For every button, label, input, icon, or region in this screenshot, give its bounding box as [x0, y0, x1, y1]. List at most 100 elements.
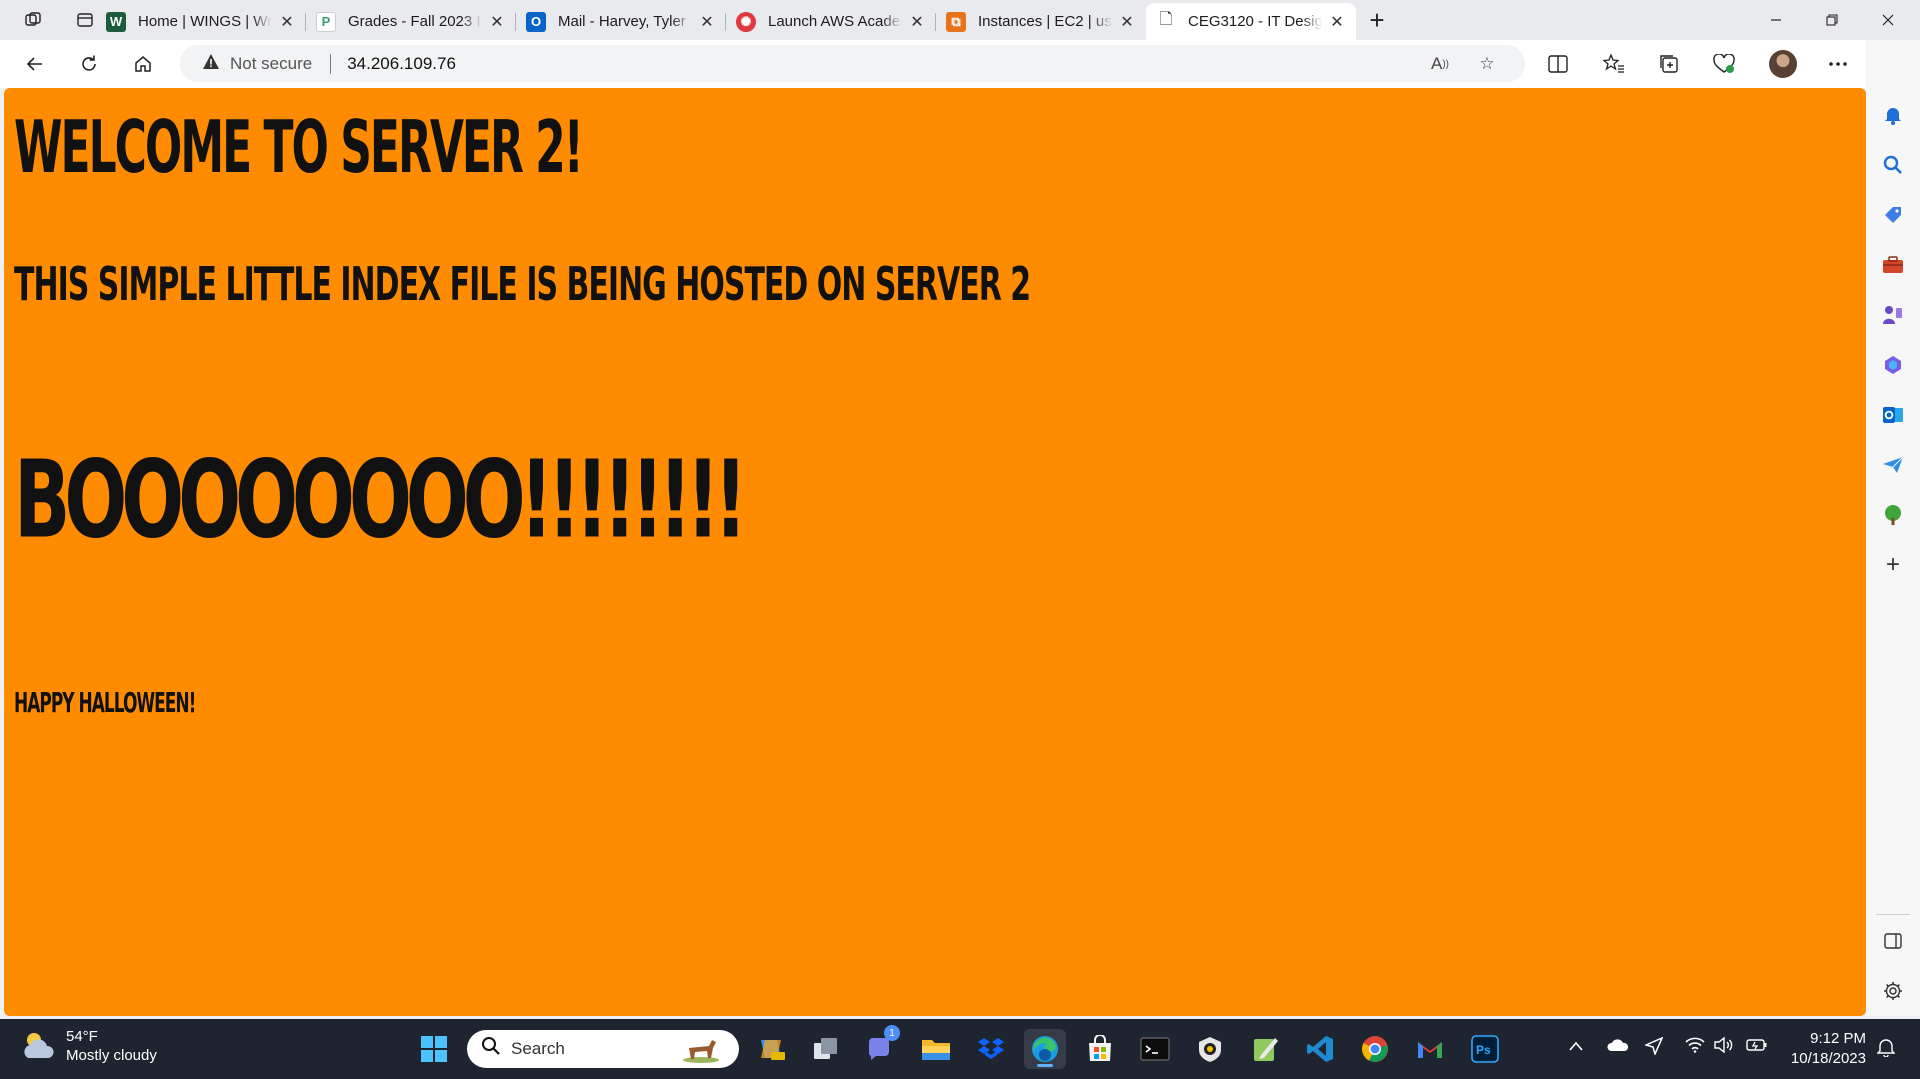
tab-title: Grades - Fall 2023 Introduc	[348, 13, 482, 30]
page-viewport: Welcome to Server 2! This simple little …	[4, 88, 1866, 1016]
address-bar[interactable]: Not secure 34.206.109.76 A)) ☆	[180, 45, 1525, 82]
back-icon[interactable]	[18, 48, 52, 80]
task-view-icon[interactable]	[805, 1029, 847, 1069]
pilot-favicon-icon: P	[316, 11, 336, 32]
notifications-bell-icon[interactable]	[1876, 1037, 1896, 1062]
tab-wings[interactable]: W Home | WINGS | Wright St ✕	[96, 3, 306, 40]
search-icon	[481, 1036, 501, 1062]
clock[interactable]: 9:12 PM 10/18/2023	[1782, 1029, 1866, 1069]
copilot-preview-icon[interactable]	[750, 1029, 792, 1069]
hosted-heading: This simple little index file is being h…	[14, 258, 1031, 313]
search-icon[interactable]	[1879, 151, 1907, 179]
wings-favicon-icon: W	[106, 11, 126, 32]
canvas-favicon-icon: ✺	[736, 11, 756, 32]
search-placeholder: Search	[511, 1039, 565, 1058]
read-aloud-icon[interactable]: A))	[1425, 49, 1455, 79]
close-icon[interactable]: ✕	[1328, 13, 1346, 31]
taskbar-search[interactable]: Search	[467, 1030, 739, 1068]
window-close-icon[interactable]	[1860, 0, 1916, 40]
close-icon[interactable]: ✕	[908, 13, 926, 31]
tab-ec2-instances[interactable]: ⧉ Instances | EC2 | us-east-1 ✕	[936, 3, 1146, 40]
close-icon[interactable]: ✕	[278, 13, 296, 31]
weather-widget[interactable]: 54°F Mostly cloudy	[20, 1027, 157, 1065]
edge-sidebar: +	[1866, 40, 1920, 1016]
favorites-icon[interactable]	[1597, 48, 1631, 80]
volume-icon[interactable]	[1714, 1036, 1734, 1058]
edge-taskbar-icon[interactable]	[1024, 1029, 1066, 1069]
bell-icon[interactable]	[1879, 101, 1907, 129]
photoshop-icon[interactable]: Ps	[1464, 1029, 1506, 1069]
avatar[interactable]	[1766, 48, 1800, 80]
clock-date: 10/18/2023	[1790, 1050, 1866, 1067]
tab-title: Instances | EC2 | us-east-1	[978, 13, 1112, 30]
close-icon[interactable]: ✕	[698, 13, 716, 31]
warning-icon[interactable]	[202, 53, 220, 75]
minimize-icon[interactable]	[1748, 0, 1804, 40]
start-button[interactable]	[413, 1029, 455, 1069]
microsoft365-icon[interactable]	[1879, 351, 1907, 379]
tree-icon[interactable]	[1879, 501, 1907, 529]
tab-ceg3120[interactable]: 🗋 CEG3120 - IT Design ✕	[1146, 3, 1356, 40]
clock-time: 9:12 PM	[1810, 1030, 1866, 1047]
refresh-icon[interactable]	[72, 48, 106, 80]
tab-mail[interactable]: O Mail - Harvey, Tyler - Outlo ✕	[516, 3, 726, 40]
browser-essentials-icon[interactable]	[1707, 48, 1741, 80]
page-icon: 🗋	[1159, 11, 1173, 28]
workspaces-icon[interactable]	[16, 6, 50, 34]
outlook-icon[interactable]	[1879, 401, 1907, 429]
vscode-icon[interactable]	[1299, 1029, 1341, 1069]
close-icon[interactable]: ✕	[488, 13, 506, 31]
send-icon[interactable]	[1879, 451, 1907, 479]
add-icon[interactable]: +	[1879, 551, 1907, 579]
vpn-client-icon[interactable]	[1189, 1029, 1231, 1069]
chrome-icon[interactable]	[1354, 1029, 1396, 1069]
microsoft-store-icon[interactable]	[1079, 1029, 1121, 1069]
battery-icon[interactable]	[1746, 1037, 1768, 1057]
tab-strip: W Home | WINGS | Wright St ✕ P Grades - …	[0, 0, 1920, 40]
favorite-star-icon[interactable]: ☆	[1472, 49, 1502, 79]
weather-desc: Mostly cloudy	[66, 1047, 157, 1064]
teams-chat-icon[interactable]: 1	[860, 1025, 902, 1069]
tab-title: Launch AWS Academy Lea	[768, 13, 902, 30]
halloween-heading: Happy Halloween!	[14, 688, 196, 720]
svg-text:Ps: Ps	[1476, 1043, 1491, 1057]
restore-icon[interactable]	[1804, 0, 1860, 40]
wifi-icon[interactable]	[1685, 1037, 1705, 1058]
close-icon[interactable]: ✕	[1118, 13, 1136, 31]
collections-icon[interactable]	[1652, 48, 1686, 80]
cloud-moon-icon	[20, 1030, 56, 1062]
browser-toolbar: Not secure 34.206.109.76 A)) ☆	[0, 40, 1920, 88]
tab-grades[interactable]: P Grades - Fall 2023 Introduc ✕	[306, 3, 516, 40]
boo-heading: Boooooooo!!!!!!!!	[14, 438, 748, 563]
home-icon[interactable]	[126, 48, 160, 80]
tab-title: CEG3120 - IT Design	[1188, 13, 1322, 30]
sidebar-divider	[1876, 914, 1910, 915]
shopping-tag-icon[interactable]	[1879, 201, 1907, 229]
tab-aws-academy[interactable]: ✺ Launch AWS Academy Lea ✕	[726, 3, 936, 40]
security-label[interactable]: Not secure	[230, 54, 312, 74]
notepad-plus-icon[interactable]	[1244, 1029, 1286, 1069]
welcome-heading: Welcome to Server 2!	[14, 106, 584, 191]
location-icon[interactable]	[1643, 1036, 1664, 1060]
more-options-icon[interactable]	[1821, 48, 1855, 80]
settings-gear-icon[interactable]	[1879, 977, 1907, 1005]
address-divider	[330, 53, 332, 74]
terminal-icon[interactable]	[1134, 1029, 1176, 1069]
notification-badge: 1	[884, 1025, 900, 1041]
url-text[interactable]: 34.206.109.76	[347, 54, 456, 74]
new-tab-button[interactable]: +	[1360, 5, 1394, 35]
show-hidden-icons[interactable]	[1568, 1037, 1584, 1057]
hide-sidebar-icon[interactable]	[1879, 927, 1907, 955]
games-icon[interactable]	[1879, 301, 1907, 329]
gmail-icon[interactable]	[1409, 1029, 1451, 1069]
windows-taskbar: 54°F Mostly cloudy Search 1 Ps 9:12 PM 1…	[0, 1019, 1920, 1079]
split-screen-icon[interactable]	[1541, 48, 1575, 80]
dropbox-icon[interactable]	[970, 1029, 1012, 1069]
file-explorer-icon[interactable]	[915, 1029, 957, 1069]
outlook-favicon-icon: O	[526, 11, 546, 32]
onedrive-icon[interactable]	[1607, 1037, 1629, 1057]
search-highlight-icon	[681, 1034, 721, 1069]
aws-favicon-icon: ⧉	[946, 11, 966, 32]
weather-temp: 54°F	[66, 1028, 98, 1045]
tools-icon[interactable]	[1879, 251, 1907, 279]
